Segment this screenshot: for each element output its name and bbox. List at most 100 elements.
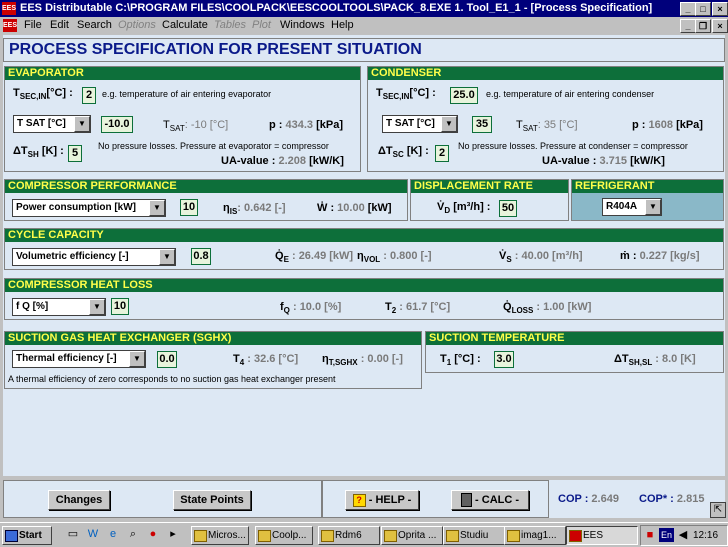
- cycle-select[interactable]: Volumetric efficiency [-] ▼: [12, 248, 176, 266]
- cop-label: COP : 2.649: [558, 493, 619, 505]
- task-coolpack[interactable]: Coolp...: [255, 526, 313, 545]
- chevron-right-icon[interactable]: ▸: [166, 527, 180, 541]
- evap-tsec-input[interactable]: 2: [82, 87, 96, 104]
- folder-icon: [384, 530, 397, 542]
- evap-dtsh-label: ΔTSH [K] :: [13, 145, 64, 160]
- chevron-down-icon: ▼: [89, 299, 105, 315]
- sghx-note: A thermal efficiency of zero corresponds…: [8, 374, 336, 384]
- doc-restore-icon[interactable]: ❐: [695, 19, 711, 33]
- page-title: PROCESS SPECIFICATION FOR PRESENT SITUAT…: [9, 41, 422, 58]
- cond-dtsc-label: ΔTSC [K] :: [378, 145, 429, 160]
- resize-grip-icon[interactable]: ⇱: [710, 502, 726, 518]
- evap-tsat: TSAT: -10 [°C]: [163, 119, 229, 134]
- window-title: EES Distributable C:\PROGRAM FILES\COOLP…: [20, 2, 653, 14]
- suction-header: SUCTION TEMPERATURE: [426, 332, 723, 345]
- window-title-bar[interactable]: EES EES Distributable C:\PROGRAM FILES\C…: [0, 0, 728, 17]
- displacement-header: DISPLACEMENT RATE: [411, 180, 568, 193]
- chevron-down-icon: ▼: [149, 200, 165, 216]
- word-icon[interactable]: W: [86, 527, 100, 541]
- close-icon[interactable]: ×: [712, 2, 728, 16]
- speaker-icon[interactable]: ◀: [676, 528, 690, 542]
- task-oprita[interactable]: Oprita ...: [381, 526, 443, 545]
- task-imag1[interactable]: imag1...: [504, 526, 566, 545]
- menu-windows[interactable]: Windows: [280, 19, 325, 31]
- taskbar: Start ▭ W e ⌕ ● ▸ Micros... Coolp... Rdm…: [0, 522, 728, 547]
- changes-button[interactable]: Changes: [48, 490, 110, 510]
- heatloss-fq: fQ : 10.0 [%]: [280, 301, 342, 316]
- task-rdm6[interactable]: Rdm6: [318, 526, 380, 545]
- refrigerant-select[interactable]: R404A ▼: [602, 198, 662, 216]
- suction-t1-label: T1 [°C] :: [440, 353, 481, 368]
- refrigerant-panel: REFRIGERANT R404A ▼: [571, 179, 724, 221]
- tray-app-icon[interactable]: ■: [643, 528, 657, 542]
- menu-edit[interactable]: Edit: [50, 19, 69, 31]
- chevron-down-icon: ▼: [645, 199, 661, 215]
- menu-options[interactable]: Options: [118, 19, 156, 31]
- folder-icon: [258, 530, 271, 542]
- color-wheel-icon[interactable]: ●: [146, 527, 160, 541]
- cycle-vs: V̇S : 40.00 [m³/h]: [499, 250, 583, 265]
- menu-help[interactable]: Help: [331, 19, 354, 31]
- sghx-input[interactable]: 0.0: [157, 351, 177, 368]
- displacement-panel: DISPLACEMENT RATE V̇D [m³/h] : 50: [410, 179, 569, 221]
- cond-mode-select[interactable]: T SAT [°C] ▼: [382, 115, 458, 133]
- app-icon: [194, 530, 207, 542]
- compressor-select[interactable]: Power consumption [kW] ▼: [12, 199, 166, 217]
- task-micros[interactable]: Micros...: [191, 526, 249, 545]
- help-button[interactable]: ? - HELP -: [345, 490, 419, 510]
- desktop-icon[interactable]: ▭: [66, 527, 80, 541]
- ees-app-icon[interactable]: EES: [2, 2, 16, 15]
- heatloss-select[interactable]: f Q [%] ▼: [12, 298, 106, 316]
- task-ees[interactable]: EES: [566, 526, 638, 545]
- doc-minimize-icon[interactable]: _: [680, 19, 696, 33]
- compressor-header: COMPRESSOR PERFORMANCE: [5, 180, 407, 193]
- task-studiu[interactable]: Studiu: [443, 526, 505, 545]
- suction-dtsh: ΔTSH,SL : 8.0 [K]: [614, 353, 696, 368]
- system-tray: ■ En ◀ 12:16: [640, 525, 728, 546]
- displacement-input[interactable]: 50: [499, 200, 517, 217]
- menu-search[interactable]: Search: [77, 19, 112, 31]
- compressor-input[interactable]: 10: [180, 199, 198, 216]
- cycle-capacity-header: CYCLE CAPACITY: [5, 229, 723, 242]
- evap-mode-input[interactable]: -10.0: [101, 116, 133, 133]
- cond-tsec-note: e.g. temperature of air entering condens…: [486, 89, 655, 99]
- menu-bar: EES File Edit Search Options Calculate T…: [0, 17, 728, 34]
- heatloss-t2: T2 : 61.7 [°C]: [385, 301, 451, 316]
- start-button[interactable]: Start: [2, 526, 52, 545]
- evap-mode-select[interactable]: T SAT [°C] ▼: [13, 115, 91, 133]
- cond-tsec-input[interactable]: 25.0: [450, 87, 478, 104]
- calc-button[interactable]: - CALC -: [451, 490, 529, 510]
- language-indicator[interactable]: En: [659, 528, 674, 542]
- menu-plot[interactable]: Plot: [252, 19, 271, 31]
- doc-close-icon[interactable]: ×: [712, 19, 728, 33]
- sghx-eta: ηT,SGHX : 0.00 [-]: [322, 353, 403, 368]
- condenser-header: CONDENSER: [368, 67, 723, 80]
- cond-dtsc-input[interactable]: 2: [435, 145, 449, 162]
- ees-icon: [569, 530, 582, 542]
- suction-t1-input[interactable]: 3.0: [494, 351, 514, 368]
- menu-calculate[interactable]: Calculate: [162, 19, 208, 31]
- sghx-header: SUCTION GAS HEAT EXCHANGER (SGHX): [5, 332, 421, 345]
- evaporator-panel: EVAPORATOR TSEC,IN[°C] : 2 e.g. temperat…: [4, 66, 361, 172]
- evap-dtsh-input[interactable]: 5: [68, 145, 82, 162]
- evaporator-header: EVAPORATOR: [5, 67, 360, 80]
- page-title-box: PROCESS SPECIFICATION FOR PRESENT SITUAT…: [3, 38, 725, 62]
- calculator-icon: [460, 493, 472, 508]
- sghx-select[interactable]: Thermal efficiency [-] ▼: [12, 350, 146, 368]
- search-icon[interactable]: ⌕: [126, 527, 140, 541]
- ie-icon[interactable]: e: [106, 527, 120, 541]
- menu-tables[interactable]: Tables: [214, 19, 246, 31]
- cond-mode-input[interactable]: 35: [472, 116, 492, 133]
- heatloss-input[interactable]: 10: [111, 298, 129, 315]
- chevron-down-icon: ▼: [74, 116, 90, 132]
- menu-file[interactable]: File: [24, 19, 42, 31]
- sghx-panel: SUCTION GAS HEAT EXCHANGER (SGHX) Therma…: [4, 331, 422, 389]
- document-icon[interactable]: EES: [3, 19, 17, 32]
- minimize-icon[interactable]: _: [680, 2, 696, 16]
- maximize-icon[interactable]: □: [695, 2, 711, 16]
- cycle-capacity-panel: CYCLE CAPACITY Volumetric efficiency [-]…: [4, 228, 724, 270]
- chevron-down-icon: ▼: [129, 351, 145, 367]
- folder-icon: [446, 530, 459, 542]
- state-points-button[interactable]: State Points: [173, 490, 251, 510]
- cycle-input[interactable]: 0.8: [191, 248, 211, 265]
